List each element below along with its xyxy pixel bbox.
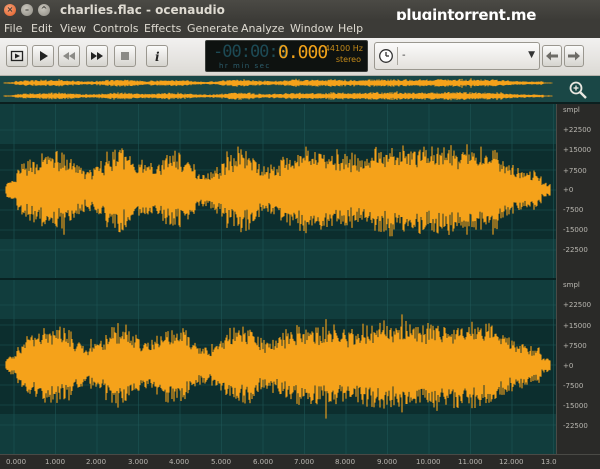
waveform-canvas: [0, 104, 556, 454]
time-tick: 8.000: [335, 458, 356, 466]
ruler-tick: +22500: [563, 301, 592, 309]
menu-help[interactable]: Help: [338, 22, 363, 35]
ruler-tick: +7500: [563, 167, 587, 175]
menu-effects[interactable]: Effects: [144, 22, 181, 35]
ruler-unit-top: smpl: [563, 106, 580, 114]
ruler-tick: +0: [563, 186, 574, 194]
window-title: charlies.flac - ocenaudio: [60, 3, 225, 17]
time-display: -00:00:0 0.000 hr min sec 44100 Hz stere…: [205, 40, 368, 72]
zoom-icon[interactable]: [568, 80, 588, 100]
forward-button[interactable]: [564, 45, 584, 67]
clock-icon: [379, 49, 393, 63]
menu-analyze[interactable]: Analyze: [241, 22, 284, 35]
time-tick: 11.000: [458, 458, 483, 466]
overview-waveform: [3, 78, 553, 101]
stop-button[interactable]: [114, 45, 136, 67]
time-tick: 5.000: [211, 458, 232, 466]
channels-label: stereo: [335, 55, 361, 64]
forward-arrow-icon: [568, 51, 580, 61]
back-button[interactable]: [542, 45, 562, 67]
maximize-window-button[interactable]: ^: [38, 4, 50, 16]
time-format-select[interactable]: - ▼: [374, 42, 540, 70]
time-tick: 3.000: [128, 458, 149, 466]
time-tick: 4.000: [169, 458, 190, 466]
time-display-value: 0.000: [278, 42, 328, 63]
rewind-button[interactable]: [58, 45, 80, 67]
title-bar: × – ^ charlies.flac - ocenaudio pluginto…: [0, 0, 600, 24]
play-selection-button[interactable]: [6, 45, 28, 67]
minimize-window-button[interactable]: –: [21, 4, 33, 16]
fast-forward-button[interactable]: [86, 45, 108, 67]
back-arrow-icon: [546, 51, 558, 61]
menu-view[interactable]: View: [60, 22, 86, 35]
play-icon: [40, 51, 48, 61]
ruler-tick: -7500: [563, 382, 584, 390]
time-display-placeholder: -00:00:0: [213, 42, 288, 62]
amplitude-ruler: smpl +22500 +15000 +7500 +0 -7500 -15000…: [556, 104, 600, 454]
stop-icon: [121, 52, 129, 60]
sample-rate-label: 44100 Hz: [324, 44, 363, 53]
info-icon: i: [155, 50, 160, 63]
ruler-tick: -22500: [563, 246, 588, 254]
time-tick: 1.000: [45, 458, 66, 466]
ruler-tick: +15000: [563, 322, 592, 330]
ruler-tick: +22500: [563, 126, 592, 134]
ruler-tick: +7500: [563, 342, 587, 350]
info-button[interactable]: i: [146, 45, 168, 67]
ruler-tick: -22500: [563, 422, 588, 430]
menu-bar: File Edit View Controls Effects Generate…: [0, 20, 600, 38]
time-format-value: -: [402, 50, 406, 61]
ruler-tick: +0: [563, 362, 574, 370]
ruler-tick: -15000: [563, 402, 588, 410]
combo-separator: [397, 47, 398, 65]
overview-strip[interactable]: [0, 76, 600, 104]
chevron-down-icon: ▼: [528, 50, 535, 60]
ruler-tick: -7500: [563, 206, 584, 214]
fast-forward-icon: [91, 52, 103, 60]
rewind-icon: [63, 52, 75, 60]
menu-controls[interactable]: Controls: [93, 22, 139, 35]
ruler-unit-bottom: smpl: [563, 281, 580, 289]
ruler-tick: -15000: [563, 226, 588, 234]
waveform-view[interactable]: [0, 104, 556, 454]
time-tick: 10.000: [416, 458, 441, 466]
menu-window[interactable]: Window: [290, 22, 333, 35]
menu-generate[interactable]: Generate: [187, 22, 238, 35]
time-tick: 0.000: [6, 458, 27, 466]
play-selection-icon: [10, 50, 24, 62]
time-tick: 9.000: [377, 458, 398, 466]
time-tick: 6.000: [253, 458, 274, 466]
time-tick: 2.000: [86, 458, 107, 466]
play-button[interactable]: [32, 45, 54, 67]
ruler-tick: +15000: [563, 146, 592, 154]
menu-file[interactable]: File: [4, 22, 22, 35]
menu-edit[interactable]: Edit: [31, 22, 52, 35]
time-tick: 13.0: [541, 458, 557, 466]
svg-text:i: i: [155, 50, 160, 63]
time-display-units: hr min sec: [219, 62, 271, 70]
time-tick: 12.000: [499, 458, 524, 466]
time-tick: 7.000: [294, 458, 315, 466]
close-window-button[interactable]: ×: [4, 4, 16, 16]
time-ruler: 0.000 1.000 2.000 3.000 4.000 5.000 6.00…: [0, 454, 600, 469]
